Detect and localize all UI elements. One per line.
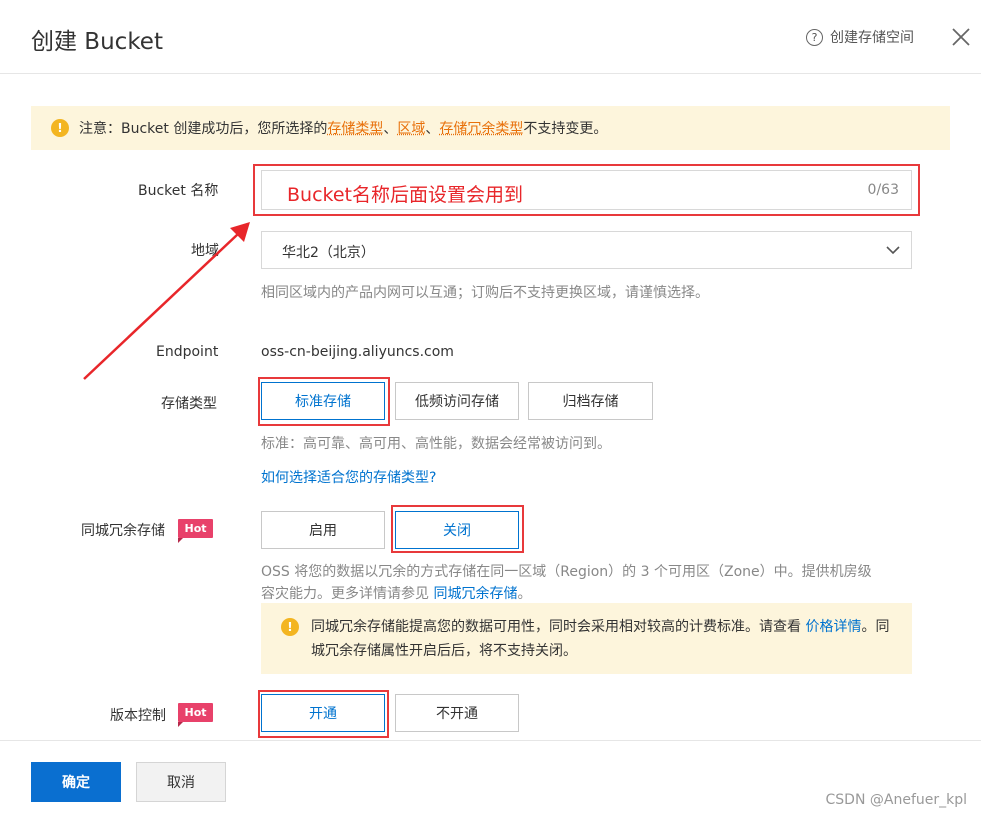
zrs-info-part1: 同城冗余存储能提高您的数据可用性，同时会采用相对较高的计费标准。请查看 bbox=[311, 619, 806, 635]
notice-region: 区域 bbox=[397, 121, 426, 137]
chevron-down-icon bbox=[886, 246, 900, 255]
notice-suffix: 不支持变更。 bbox=[523, 121, 608, 137]
versioning-disable-option[interactable]: 不开通 bbox=[395, 694, 519, 732]
storage-archive-option[interactable]: 归档存储 bbox=[528, 382, 653, 420]
zrs-hint-line1: OSS 将您的数据以冗余的方式存储在同一区域（Region）的 3 个可用区（Z… bbox=[261, 564, 872, 580]
region-select[interactable]: 华北2（北京） bbox=[261, 231, 912, 269]
confirm-button[interactable]: 确定 bbox=[31, 762, 121, 802]
warning-icon: ! bbox=[281, 618, 299, 636]
notice-storage-type: 存储类型 bbox=[327, 121, 384, 137]
endpoint-label: Endpoint bbox=[156, 344, 219, 360]
zrs-hint-line2: 容灾能力。更多详情请参见 同城冗余存储。 bbox=[261, 583, 921, 605]
zrs-info-box: ! 同城冗余存储能提高您的数据可用性，同时会采用相对较高的计费标准。请查看 价格… bbox=[261, 603, 912, 674]
zrs-hint-text: 容灾能力。更多详情请参见 bbox=[261, 586, 434, 602]
zrs-doc-link[interactable]: 同城冗余存储 bbox=[433, 586, 517, 602]
dialog-header: 创建 Bucket ? 创建存储空间 bbox=[0, 0, 981, 74]
region-label: 地域 bbox=[191, 243, 219, 259]
price-details-link[interactable]: 价格详情 bbox=[805, 619, 861, 635]
versioning-label: 版本控制 bbox=[110, 708, 166, 724]
highlight-box bbox=[391, 505, 524, 553]
close-icon[interactable] bbox=[948, 24, 974, 50]
storage-class-label: 存储类型 bbox=[161, 396, 217, 412]
bucket-name-label: Bucket 名称 bbox=[138, 183, 219, 199]
zrs-hint: OSS 将您的数据以冗余的方式存储在同一区域（Region）的 3 个可用区（Z… bbox=[261, 561, 921, 605]
watermark: CSDN @Anefuer_kpl bbox=[825, 792, 967, 808]
help-link-label: 创建存储空间 bbox=[830, 30, 914, 46]
zrs-enable-option[interactable]: 启用 bbox=[261, 511, 385, 549]
zrs-hint-end: 。 bbox=[517, 586, 532, 602]
notice-sep: 、 bbox=[425, 121, 440, 137]
region-hint: 相同区域内的产品内网可以互通；订购后不支持更换区域，请谨慎选择。 bbox=[261, 285, 709, 301]
warning-icon: ! bbox=[51, 119, 69, 137]
zrs-label: 同城冗余存储 bbox=[81, 523, 165, 539]
zrs-info-text: 同城冗余存储能提高您的数据可用性，同时会采用相对较高的计费标准。请查看 价格详情… bbox=[311, 615, 891, 663]
highlight-box bbox=[253, 164, 920, 216]
help-link[interactable]: ? 创建存储空间 bbox=[806, 27, 914, 47]
hot-badge: Hot bbox=[178, 519, 213, 543]
notice-redundancy: 存储冗余类型 bbox=[439, 121, 524, 137]
notice-banner: ! 注意：Bucket 创建成功后，您所选择的 存储类型 、 区域 、 存储冗余… bbox=[31, 106, 950, 150]
notice-sep: 、 bbox=[383, 121, 398, 137]
storage-ia-option[interactable]: 低频访问存储 bbox=[395, 382, 519, 420]
dialog-footer: 确定 取消 CSDN @Anefuer_kpl bbox=[0, 740, 981, 817]
storage-class-help-link[interactable]: 如何选择适合您的存储类型? bbox=[261, 467, 436, 489]
notice-prefix: 注意：Bucket 创建成功后，您所选择的 bbox=[79, 121, 328, 137]
storage-class-hint: 标准：高可靠、高可用、高性能，数据会经常被访问到。 bbox=[261, 436, 611, 452]
highlight-box bbox=[258, 377, 390, 426]
cancel-button[interactable]: 取消 bbox=[136, 762, 226, 802]
question-icon: ? bbox=[806, 28, 823, 46]
highlight-box bbox=[258, 690, 389, 738]
hot-badge: Hot bbox=[178, 703, 213, 727]
dialog-title: 创建 Bucket bbox=[31, 29, 163, 55]
region-selected: 华北2（北京） bbox=[282, 245, 375, 261]
endpoint-value: oss-cn-beijing.aliyuncs.com bbox=[261, 344, 454, 360]
